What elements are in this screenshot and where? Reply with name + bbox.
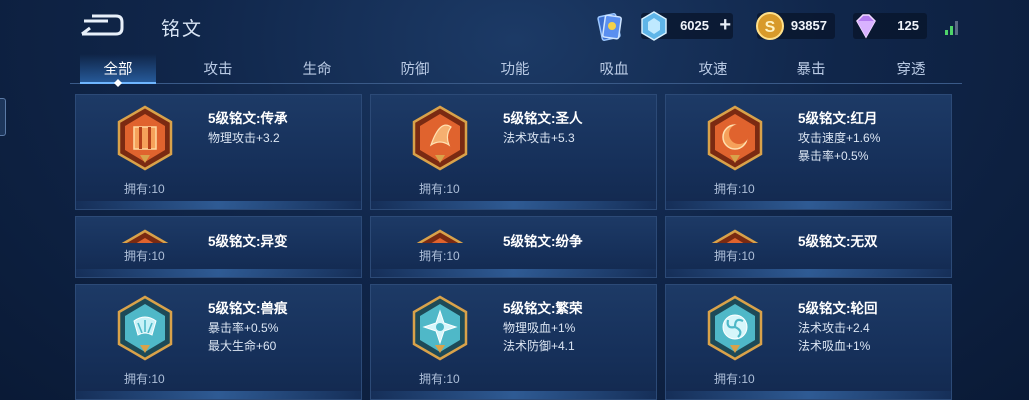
inscription-card[interactable]: 5级铭文:纷争 拥有:10 — [370, 216, 657, 278]
inscription-stat: 暴击率+0.5% — [208, 321, 279, 335]
gold-counter[interactable]: S 93857 — [756, 12, 835, 40]
red-inscription-emblem-icon — [412, 105, 468, 171]
inscription-card[interactable]: 5级铭文:红月 攻击速度+1.6% 暴击率+0.5% 拥有:10 — [665, 94, 952, 210]
category-tabs: 全部 攻击 生命 防御 功能 吸血 攻速 暴击 穿透 — [70, 54, 962, 87]
teal-inscription-emblem-icon — [412, 295, 468, 361]
tab-utility[interactable]: 功能 — [480, 58, 550, 79]
tab-attack[interactable]: 攻击 — [183, 58, 253, 79]
inscription-name: 5级铭文:兽痕 — [208, 301, 288, 316]
teal-inscription-emblem-icon — [707, 295, 763, 361]
inscription-owned-count: 拥有:10 — [714, 249, 755, 263]
inscription-stat: 法术吸血+1% — [798, 339, 871, 353]
inscription-owned-count: 拥有:10 — [714, 372, 755, 386]
tab-critical[interactable]: 暴击 — [776, 58, 846, 79]
purple-diamond-icon — [856, 14, 876, 39]
tab-penetration[interactable]: 穿透 — [876, 58, 946, 79]
add-coupon-button[interactable]: + — [719, 15, 731, 35]
inscription-name: 5级铭文:纷争 — [503, 234, 583, 249]
inscription-grid: 5级铭文:传承 物理攻击+3.2 拥有:10 5级铭文:圣人 法术攻击+5.3 … — [75, 94, 955, 400]
inscription-stat: 法术攻击+2.4 — [798, 321, 870, 335]
inscription-card[interactable]: 5级铭文:轮回 法术攻击+2.4 法术吸血+1% 拥有:10 — [665, 284, 952, 400]
inscription-name: 5级铭文:圣人 — [503, 111, 583, 126]
inscription-owned-count: 拥有:10 — [124, 182, 165, 196]
top-bar: 铭文 6025 + S 93857 125 — [0, 0, 1029, 52]
blue-crystal-icon — [641, 11, 667, 41]
network-signal-icon — [945, 21, 958, 35]
red-inscription-emblem-icon — [121, 229, 169, 243]
inscription-name: 5级铭文:无双 — [798, 234, 878, 249]
svg-text:S: S — [765, 19, 776, 36]
red-inscription-emblem-icon — [416, 229, 464, 243]
inscription-stat: 攻击速度+1.6% — [798, 131, 881, 145]
red-inscription-emblem-icon — [707, 105, 763, 171]
inscription-card[interactable]: 5级铭文:繁荣 物理吸血+1% 法术防御+4.1 拥有:10 — [370, 284, 657, 400]
diamond-counter[interactable]: 125 — [853, 13, 927, 39]
inscription-stat: 暴击率+0.5% — [798, 149, 869, 163]
tab-defense[interactable]: 防御 — [380, 58, 450, 79]
inscription-owned-count: 拥有:10 — [124, 249, 165, 263]
inscription-name: 5级铭文:异变 — [208, 234, 288, 249]
inscription-owned-count: 拥有:10 — [714, 182, 755, 196]
coupon-counter[interactable]: 6025 + — [641, 11, 733, 41]
inscription-name: 5级铭文:传承 — [208, 111, 288, 126]
inscription-owned-count: 拥有:10 — [419, 249, 460, 263]
tab-attack-speed[interactable]: 攻速 — [678, 58, 748, 79]
teal-inscription-emblem-icon — [117, 295, 173, 361]
inscription-card[interactable]: 5级铭文:兽痕 暴击率+0.5% 最大生命+60 拥有:10 — [75, 284, 362, 400]
page-title: 铭文 — [161, 19, 204, 40]
inscription-stat: 物理攻击+3.2 — [208, 131, 280, 145]
inscription-card[interactable]: 5级铭文:无双 拥有:10 — [665, 216, 952, 278]
tab-all[interactable]: 全部 — [83, 58, 153, 79]
diamond-value: 125 — [897, 18, 919, 33]
side-drawer-handle[interactable] — [0, 98, 6, 136]
inscription-card[interactable]: 5级铭文:异变 拥有:10 — [75, 216, 362, 278]
inscription-card[interactable]: 5级铭文:传承 物理攻击+3.2 拥有:10 — [75, 94, 362, 210]
red-inscription-emblem-icon — [711, 229, 759, 243]
coupon-value: 6025 — [680, 18, 709, 33]
gold-value: 93857 — [790, 18, 827, 33]
gold-coin-icon: S — [756, 12, 784, 40]
inscription-name: 5级铭文:轮回 — [798, 301, 878, 316]
inscription-card[interactable]: 5级铭文:圣人 法术攻击+5.3 拥有:10 — [370, 94, 657, 210]
inscription-stat: 法术防御+4.1 — [503, 339, 575, 353]
back-arrow-icon[interactable] — [78, 12, 124, 38]
inscription-owned-count: 拥有:10 — [419, 372, 460, 386]
inscription-name: 5级铭文:繁荣 — [503, 301, 583, 316]
inscription-owned-count: 拥有:10 — [419, 182, 460, 196]
inscription-owned-count: 拥有:10 — [124, 372, 165, 386]
inscription-stat: 最大生命+60 — [208, 339, 277, 353]
tab-health[interactable]: 生命 — [282, 58, 352, 79]
inscription-stat: 物理吸血+1% — [503, 321, 576, 335]
inscription-stat: 法术攻击+5.3 — [503, 131, 575, 145]
inscription-name: 5级铭文:红月 — [798, 111, 878, 126]
active-tab-indicator-icon — [114, 79, 122, 87]
card-book-icon[interactable] — [596, 12, 624, 42]
tab-lifesteal[interactable]: 吸血 — [579, 58, 649, 79]
red-inscription-emblem-icon — [117, 105, 173, 171]
